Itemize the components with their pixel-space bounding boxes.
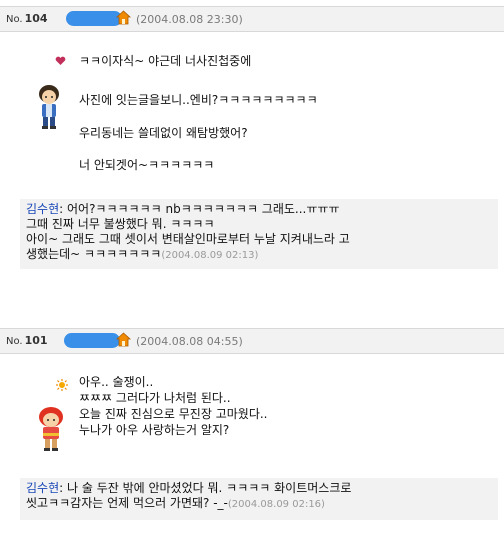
avatar-boy: [39, 85, 59, 129]
home-icon[interactable]: [116, 10, 131, 25]
post-text-line: 너 안되겟어~ㅋㅋㅋㅋㅋㅋ: [79, 158, 215, 172]
comment-box: 김수현: 나 술 두잔 밖에 안마셨었다 뭐. ㅋㅋㅋㅋ 화이트머스크로 씻고ㅋ…: [20, 478, 498, 520]
post-header: No. 101 (2004.08.08 04:55): [0, 328, 504, 354]
avatar-girl: [39, 407, 63, 451]
comment-box: 김수현: 어어?ㅋㅋㅋㅋㅋㅋ nbㅋㅋㅋㅋㅋㅋㅋ 그래도...ㅠㅠㅠ 그때 진짜…: [20, 199, 498, 269]
sun-icon: [56, 379, 68, 391]
heart-icon: [55, 56, 66, 65]
author-name-redacted[interactable]: [64, 333, 120, 348]
author-name-redacted[interactable]: [66, 11, 122, 26]
comment-date: (2004.08.09 02:13): [161, 250, 259, 261]
post-text-line: 사진에 잇는글을보니..엔비?ㅋㅋㅋㅋㅋㅋㅋㅋㅋ: [79, 93, 318, 107]
post-date: (2004.08.08 23:30): [136, 13, 243, 26]
comment-author[interactable]: 김수현: [26, 481, 59, 495]
post-text: 아우.. 술쟁이.. ㅉㅉㅉ 그러다가 나처럼 된다.. 오늘 진짜 진심으로 …: [79, 375, 268, 437]
post-date: (2004.08.08 04:55): [136, 335, 243, 348]
comment: 김수현: 나 술 두잔 밖에 안마셨었다 뭐. ㅋㅋㅋㅋ 화이트머스크로 씻고ㅋ…: [26, 481, 351, 512]
comment: 김수현: 어어?ㅋㅋㅋㅋㅋㅋ nbㅋㅋㅋㅋㅋㅋㅋ 그래도...ㅠㅠㅠ 그때 진짜…: [26, 202, 350, 263]
post-header: No. 104 (2004.08.08 23:30): [0, 6, 504, 32]
post-text-line: 우리동네는 쓸데없이 왜탐방했어?: [79, 126, 248, 140]
post-number: No. 101: [6, 334, 48, 347]
home-icon[interactable]: [116, 332, 131, 347]
post-number: No. 104: [6, 12, 48, 25]
post-text-line: ㅋㅋ이자식~ 야근데 너사진첩중에: [79, 54, 252, 68]
comment-author[interactable]: 김수현: [26, 202, 59, 216]
comment-date: (2004.08.09 02:16): [227, 499, 325, 510]
